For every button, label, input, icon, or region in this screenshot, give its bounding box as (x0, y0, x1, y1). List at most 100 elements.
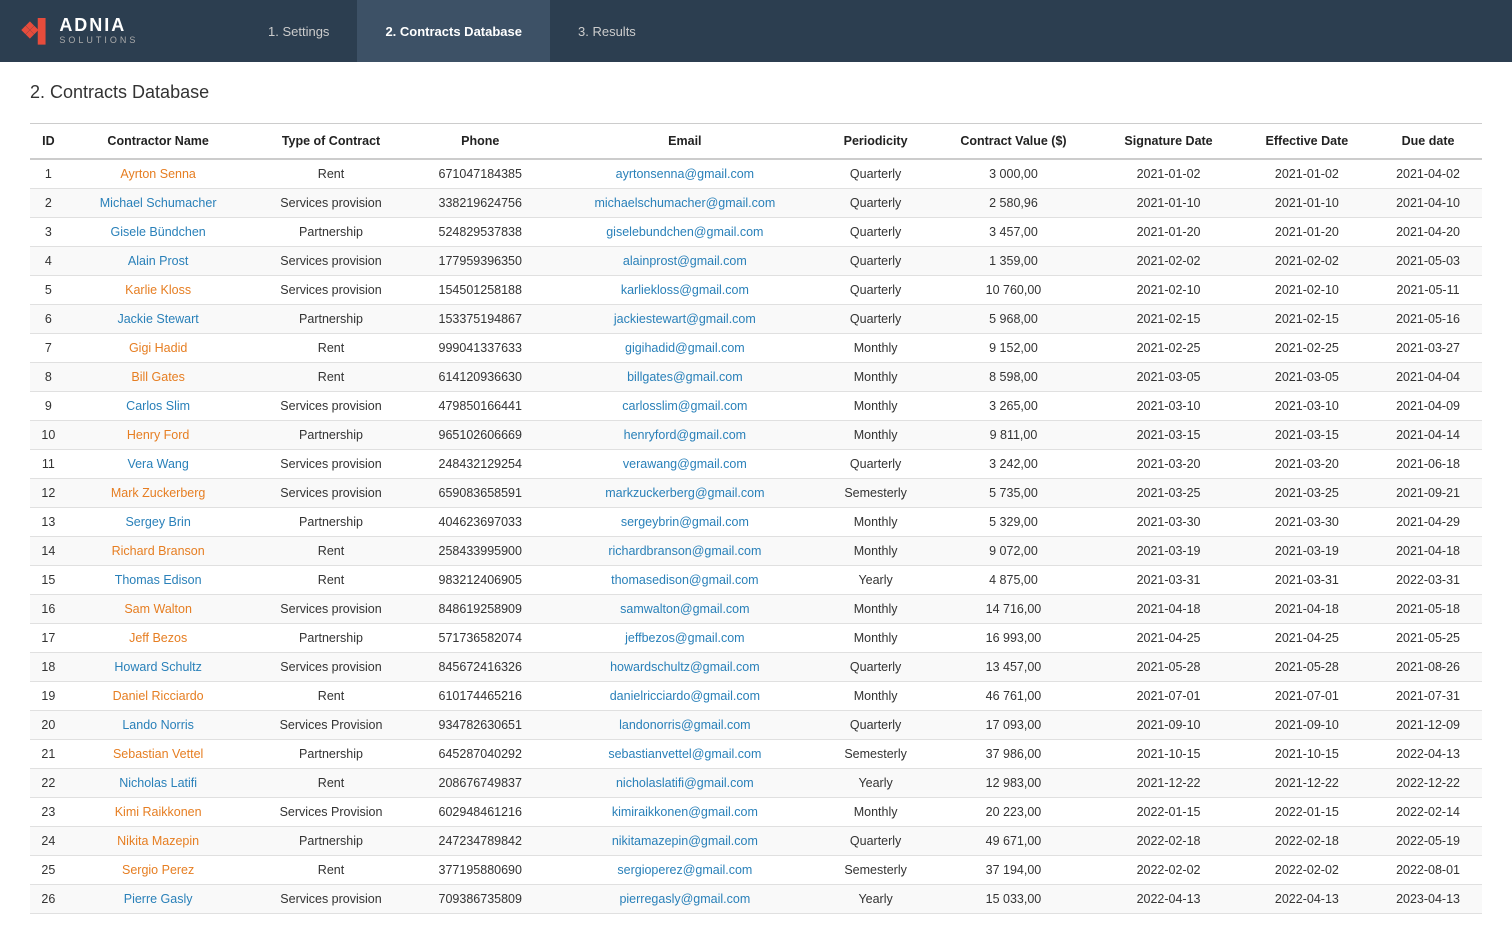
email-link[interactable]: nicholaslatifi@gmail.com (616, 776, 754, 790)
cell-0: 6 (30, 305, 67, 334)
email-link[interactable]: giselebundchen@gmail.com (606, 225, 763, 239)
cell-5: Semesterly (822, 856, 930, 885)
cell-5: Yearly (822, 769, 930, 798)
cell-0: 8 (30, 363, 67, 392)
cell-6: 4 875,00 (930, 566, 1098, 595)
col-header-contractor-name: Contractor Name (67, 124, 250, 160)
col-header-id: ID (30, 124, 67, 160)
cell-9: 2022-05-19 (1374, 827, 1482, 856)
col-header-phone: Phone (413, 124, 548, 160)
cell-9: 2021-04-18 (1374, 537, 1482, 566)
cell-3: 248432129254 (413, 450, 548, 479)
email-link[interactable]: ayrtonsenna@gmail.com (616, 167, 754, 181)
email-link[interactable]: sebastianvettel@gmail.com (608, 747, 761, 761)
tab-results[interactable]: 3. Results (550, 0, 664, 62)
cell-3: 177959396350 (413, 247, 548, 276)
email-link[interactable]: samwalton@gmail.com (620, 602, 749, 616)
cell-8: 2022-02-02 (1240, 856, 1374, 885)
email-link[interactable]: michaelschumacher@gmail.com (594, 196, 775, 210)
contractor-name: Sebastian Vettel (67, 740, 250, 769)
cell-0: 5 (30, 276, 67, 305)
email-link[interactable]: carlosslim@gmail.com (622, 399, 747, 413)
cell-9: 2022-03-31 (1374, 566, 1482, 595)
cell-0: 2 (30, 189, 67, 218)
contractor-name: Richard Branson (67, 537, 250, 566)
email-cell: ayrtonsenna@gmail.com (548, 159, 822, 189)
email-link[interactable]: alainprost@gmail.com (623, 254, 747, 268)
email-link[interactable]: henryford@gmail.com (624, 428, 746, 442)
email-link[interactable]: verawang@gmail.com (623, 457, 747, 471)
contractor-name: Karlie Kloss (67, 276, 250, 305)
table-row: 23Kimi RaikkonenServices Provision602948… (30, 798, 1482, 827)
cell-6: 3 457,00 (930, 218, 1098, 247)
cell-9: 2021-12-09 (1374, 711, 1482, 740)
cell-2: Rent (250, 566, 413, 595)
email-cell: samwalton@gmail.com (548, 595, 822, 624)
cell-5: Quarterly (822, 189, 930, 218)
email-link[interactable]: jackiestewart@gmail.com (614, 312, 756, 326)
cell-7: 2021-12-22 (1097, 769, 1239, 798)
cell-3: 208676749837 (413, 769, 548, 798)
email-link[interactable]: danielricciardo@gmail.com (610, 689, 760, 703)
email-cell: pierregasly@gmail.com (548, 885, 822, 914)
email-link[interactable]: nikitamazepin@gmail.com (612, 834, 758, 848)
email-cell: giselebundchen@gmail.com (548, 218, 822, 247)
cell-8: 2021-03-31 (1240, 566, 1374, 595)
cell-6: 2 580,96 (930, 189, 1098, 218)
table-row: 15Thomas EdisonRent983212406905thomasedi… (30, 566, 1482, 595)
email-link[interactable]: markzuckerberg@gmail.com (605, 486, 764, 500)
cell-8: 2021-10-15 (1240, 740, 1374, 769)
email-link[interactable]: gigihadid@gmail.com (625, 341, 745, 355)
cell-0: 9 (30, 392, 67, 421)
contractor-name: Ayrton Senna (67, 159, 250, 189)
cell-7: 2021-09-10 (1097, 711, 1239, 740)
cell-0: 25 (30, 856, 67, 885)
email-link[interactable]: sergioperez@gmail.com (617, 863, 752, 877)
cell-2: Services provision (250, 276, 413, 305)
cell-8: 2021-01-10 (1240, 189, 1374, 218)
cell-6: 14 716,00 (930, 595, 1098, 624)
email-link[interactable]: billgates@gmail.com (627, 370, 743, 384)
col-header-type-of-contract: Type of Contract (250, 124, 413, 160)
cell-0: 12 (30, 479, 67, 508)
cell-6: 8 598,00 (930, 363, 1098, 392)
cell-8: 2022-04-13 (1240, 885, 1374, 914)
cell-6: 9 811,00 (930, 421, 1098, 450)
cell-5: Quarterly (822, 247, 930, 276)
email-link[interactable]: howardschultz@gmail.com (610, 660, 760, 674)
email-link[interactable]: kimiraikkonen@gmail.com (612, 805, 758, 819)
cell-5: Monthly (822, 392, 930, 421)
cell-3: 671047184385 (413, 159, 548, 189)
email-link[interactable]: jeffbezos@gmail.com (625, 631, 744, 645)
table-row: 8Bill GatesRent614120936630billgates@gma… (30, 363, 1482, 392)
cell-6: 5 968,00 (930, 305, 1098, 334)
contractor-name: Thomas Edison (67, 566, 250, 595)
logo-area: ❖▌ ADNIA SOLUTIONS (20, 16, 180, 46)
cell-9: 2022-12-22 (1374, 769, 1482, 798)
cell-3: 934782630651 (413, 711, 548, 740)
cell-8: 2021-12-22 (1240, 769, 1374, 798)
cell-8: 2022-02-18 (1240, 827, 1374, 856)
email-link[interactable]: landonorris@gmail.com (619, 718, 751, 732)
cell-6: 37 986,00 (930, 740, 1098, 769)
cell-9: 2021-04-14 (1374, 421, 1482, 450)
contractor-name: Jeff Bezos (67, 624, 250, 653)
cell-5: Yearly (822, 566, 930, 595)
email-link[interactable]: pierregasly@gmail.com (619, 892, 750, 906)
tab-contracts[interactable]: 2. Contracts Database (357, 0, 550, 62)
table-row: 16Sam WaltonServices provision8486192589… (30, 595, 1482, 624)
email-link[interactable]: sergeybrin@gmail.com (621, 515, 749, 529)
tab-settings[interactable]: 1. Settings (240, 0, 357, 62)
email-link[interactable]: thomasedison@gmail.com (611, 573, 758, 587)
table-row: 22Nicholas LatifiRent208676749837nichola… (30, 769, 1482, 798)
cell-5: Monthly (822, 682, 930, 711)
cell-6: 3 000,00 (930, 159, 1098, 189)
cell-2: Services provision (250, 595, 413, 624)
cell-7: 2021-10-15 (1097, 740, 1239, 769)
cell-0: 23 (30, 798, 67, 827)
email-cell: richardbranson@gmail.com (548, 537, 822, 566)
cell-3: 645287040292 (413, 740, 548, 769)
email-link[interactable]: karliekloss@gmail.com (621, 283, 749, 297)
email-link[interactable]: richardbranson@gmail.com (608, 544, 761, 558)
contractor-name: Daniel Ricciardo (67, 682, 250, 711)
